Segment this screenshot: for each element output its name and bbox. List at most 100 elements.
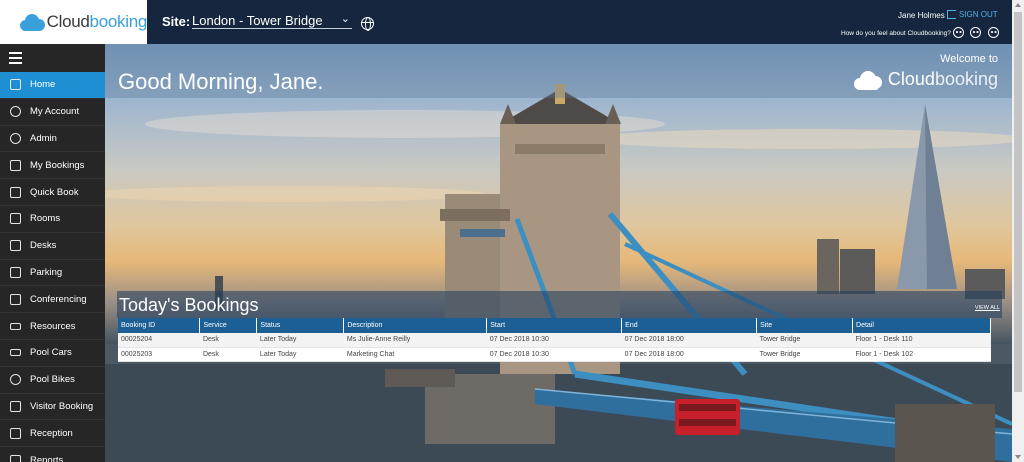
sidebar-item-conferencing[interactable]: Conferencing [0,286,105,314]
visitor-icon [0,400,30,412]
table-cell: Later Today [256,333,344,348]
sidebar-item-label: Reception [30,427,73,439]
sidebar-item-my-bookings[interactable]: My Bookings [0,152,105,180]
logo-text: Cloudbooking [46,12,148,31]
projector-icon [0,322,30,330]
sidebar-item-admin[interactable]: Admin [0,126,105,153]
user-icon [0,106,30,118]
sidebar-item-reports[interactable]: Reports [0,447,105,462]
calendar-icon [0,159,30,171]
sidebar-item-label: Visitor Booking [30,400,94,412]
sidebar-item-label: Resources [30,320,76,332]
sign-out-label: SIGN OUT [959,10,998,19]
table-cell: 07 Dec 2018 10:30 [486,347,622,362]
lightning-icon [0,186,30,198]
column-header[interactable]: Start [486,318,623,333]
reports-icon [0,454,30,462]
table-cell: Desk [199,333,257,348]
column-header[interactable]: Status [256,318,345,333]
scroll-down-arrow-icon[interactable] [1015,455,1021,459]
table-cell: 00025204 [118,333,200,348]
column-header[interactable]: Site [756,318,854,333]
sidebar-item-label: Pool Bikes [30,374,75,386]
sidebar-item-label: Admin [30,132,57,144]
todays-bookings-panel: Today's Bookings VIEW ALL [117,291,1002,318]
sidebar-item-parking[interactable]: Parking [0,260,105,287]
table-cell: Marketing Chat [343,347,487,362]
table-cell: 07 Dec 2018 10:30 [486,333,622,348]
bookings-table: Booking ID Service Status Description Start E… [118,318,991,362]
cloud-logo-icon [852,70,884,90]
table-cell: Tower Bridge [756,333,853,348]
sidebar-item-label: My Bookings [30,159,85,171]
sidebar-item-label: Home [30,79,56,91]
reception-icon [0,427,30,439]
site-label: Site: [162,14,191,29]
sidebar-item-home[interactable]: Home [0,72,105,99]
greeting-text: Good Morning, Jane. [118,69,324,94]
hero-logo: Cloudbooking [852,69,998,90]
scroll-up-arrow-icon[interactable] [1015,3,1021,7]
sign-out-link[interactable]: SIGN OUT [947,10,998,19]
menu-icon[interactable] [0,44,105,72]
site-select-value: London - Tower Bridge [192,13,323,28]
happy-face-icon[interactable] [953,27,964,38]
view-all-link[interactable]: VIEW ALL [975,305,1000,311]
column-header[interactable]: Service [199,318,258,333]
sidebar: Home My Account Admin My Bookings Quick Book… [0,44,105,462]
sidebar-item-pool-cars[interactable]: Pool Cars [0,340,105,367]
sidebar-item-desks[interactable]: Desks [0,233,105,260]
table-row[interactable]: 00025204 Desk Later Today Ms Julie-Anne Rei… [118,333,991,348]
app-logo[interactable]: Cloudbooking [0,0,147,44]
top-header: Cloudbooking Site: London - Tower Bridge… [0,0,1012,44]
car-icon [0,349,30,357]
table-cell: Tower Bridge [756,347,853,362]
sidebar-item-quick-book[interactable]: Quick Book [0,179,105,206]
table-cell: Desk [199,347,257,362]
table-cell: 07 Dec 2018 18:00 [621,347,757,362]
sidebar-item-rooms[interactable]: Rooms [0,206,105,233]
sidebar-item-pool-bikes[interactable]: Pool Bikes [0,367,105,394]
sidebar-item-label: My Account [30,106,80,118]
sidebar-item-reception[interactable]: Reception [0,420,105,448]
feedback-question: How do you feel about Cloudbooking? [841,30,951,37]
welcome-text: Welcome to [940,53,998,65]
sidebar-item-my-account[interactable]: My Account [0,99,105,126]
site-select[interactable]: London - Tower Bridge ⌄ [192,13,352,29]
column-header[interactable]: End [621,318,758,333]
gear-icon [0,132,30,144]
todays-bookings-title: Today's Bookings [119,295,259,315]
table-cell: 07 Dec 2018 18:00 [621,333,757,348]
hero-banner: Good Morning, Jane. Welcome to Cloudbook… [105,44,1012,462]
sidebar-item-label: Reports [30,454,64,462]
desk-icon [0,240,30,252]
table-row[interactable]: 00025203 Desk Later Today Marketing Chat 07 … [118,347,991,362]
sidebar-item-resources[interactable]: Resources [0,313,105,340]
column-header[interactable]: Description [343,318,488,333]
home-icon [0,79,30,91]
scroll-thumb[interactable] [1014,12,1022,392]
cloud-logo-icon [18,13,45,31]
sign-out-icon [947,10,956,19]
tower-bridge-image [105,84,1012,462]
column-header[interactable]: Booking ID [118,318,201,333]
monitor-icon [0,293,30,305]
table-cell: Floor 1 - Desk 102 [852,347,991,362]
bookings-table-header: Booking ID Service Status Description Start E… [118,318,991,333]
sidebar-item-label: Rooms [30,213,61,225]
user-name: Jane Holmes [898,11,945,20]
sidebar-nav: Home My Account Admin My Bookings Quick Book… [0,72,105,462]
neutral-face-icon[interactable] [970,27,981,38]
sad-face-icon[interactable] [988,27,999,38]
globe-icon[interactable] [361,17,374,31]
sidebar-item-visitor-booking[interactable]: Visitor Booking [0,394,105,421]
column-header[interactable]: Detail [852,318,991,333]
rooms-icon [0,213,30,225]
chevron-down-icon: ⌄ [340,13,350,25]
page-scrollbar[interactable] [1012,0,1024,462]
table-cell: 00025203 [118,347,200,362]
table-cell: Later Today [256,347,344,362]
table-cell: Floor 1 - Desk 110 [852,333,991,348]
sidebar-item-label: Conferencing [30,293,87,305]
sidebar-item-label: Quick Book [30,186,79,198]
